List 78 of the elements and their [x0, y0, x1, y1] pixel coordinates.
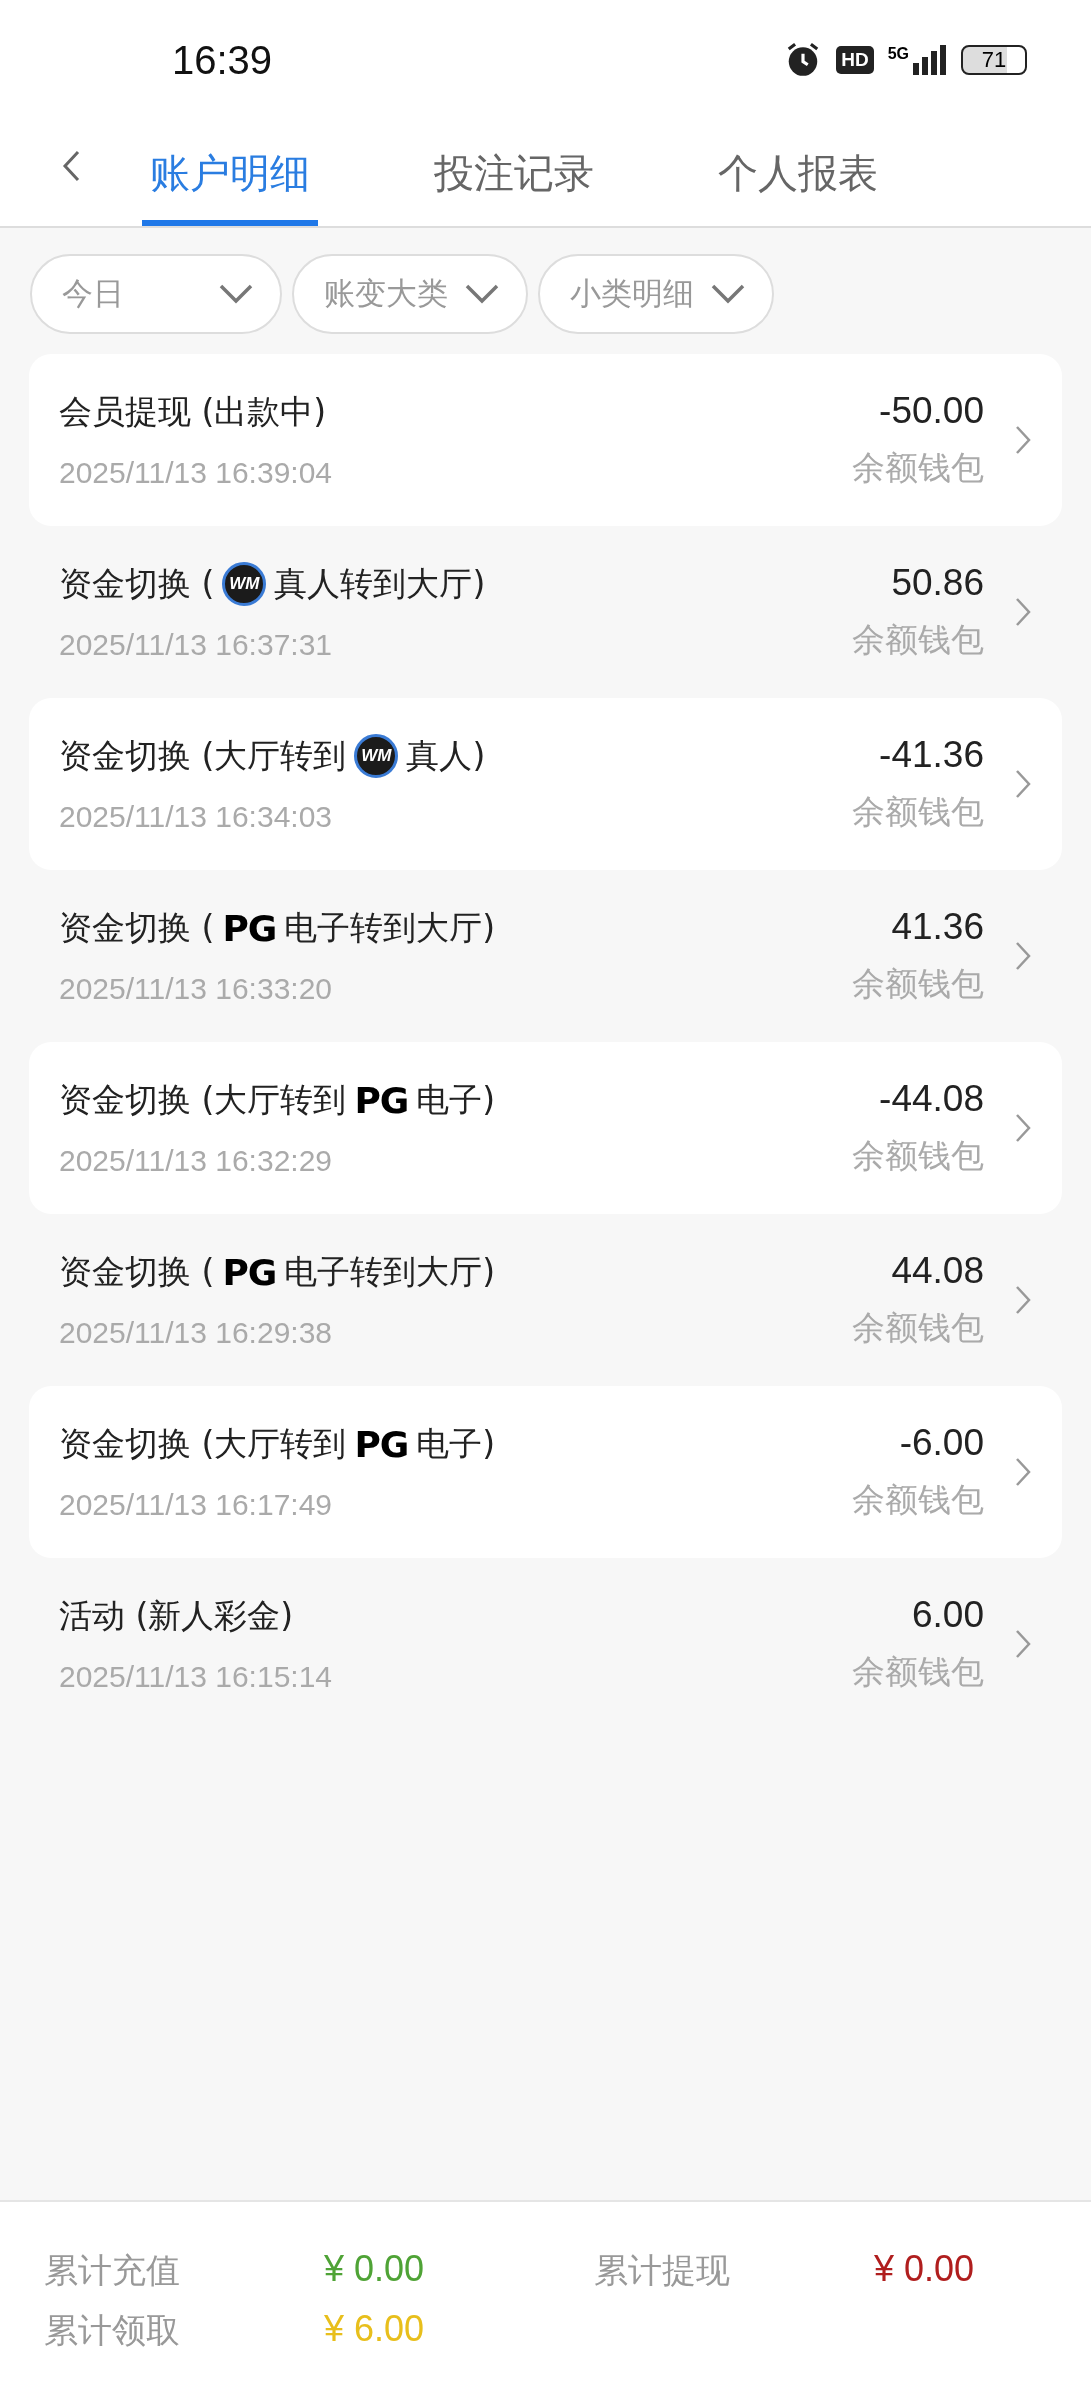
wallet-label: 余额钱包: [852, 790, 984, 833]
record-amount: -6.00: [899, 1421, 984, 1464]
hd-badge: HD: [836, 46, 874, 74]
wm-logo: WM: [354, 734, 399, 778]
back-icon[interactable]: [60, 148, 82, 184]
record-title: 资金切换 (: [59, 906, 215, 949]
summary-value: ¥ 0.00: [874, 2248, 975, 2291]
record-title: 会员提现 (出款中): [59, 390, 327, 433]
record-row[interactable]: 会员提现 (出款中) 2025/11/13 16:39:04 -50.00 余额钱包: [29, 354, 1062, 526]
record-time: 2025/11/13 16:34:03: [59, 800, 334, 834]
record-title: 活动 (新人彩金): [59, 1594, 294, 1637]
tab[interactable]: 个人报表: [710, 120, 886, 226]
wallet-label: 余额钱包: [852, 1650, 984, 1693]
record-amount: 44.08: [891, 1249, 984, 1292]
chevron-down-icon: [218, 283, 254, 305]
record-amount: 6.00: [912, 1593, 984, 1636]
network-label: 5G: [887, 45, 909, 63]
record-title: 电子): [416, 1422, 496, 1465]
record-amount: 50.86: [891, 561, 984, 604]
record-title: 资金切换 (: [59, 562, 215, 605]
summary-value: ¥ 0.00: [324, 2248, 425, 2291]
record-title: 资金切换 (大厅转到: [59, 734, 347, 777]
record-title: 电子转到大厅): [284, 906, 496, 949]
summary-label: 累计领取: [44, 2309, 181, 2352]
summary-label: 累计充值: [44, 2249, 181, 2292]
chevron-right-icon: [1014, 596, 1032, 628]
record-amount: -44.08: [879, 1077, 984, 1120]
record-title: 电子转到大厅): [284, 1250, 496, 1293]
wallet-label: 余额钱包: [852, 1478, 984, 1521]
pg-logo: PG: [354, 1079, 409, 1121]
record-row[interactable]: 资金切换 (大厅转到 PG 电子) 2025/11/13 16:17:49 -6.00 余额钱包: [29, 1386, 1062, 1558]
chevron-right-icon: [1014, 1284, 1032, 1316]
record-time: 2025/11/13 16:29:38: [59, 1316, 334, 1350]
record-row[interactable]: 资金切换 (大厅转到 WM 真人) 2025/11/13 16:34:03 -41.36 余额钱包: [29, 698, 1062, 870]
record-row[interactable]: 资金切换 ( WM 真人转到大厅) 2025/11/13 16:37:31 50.86 余额钱包: [29, 526, 1062, 698]
record-amount: -50.00: [879, 389, 984, 432]
record-row[interactable]: 资金切换 (大厅转到 PG 电子) 2025/11/13 16:32:29 -44.08 余额钱包: [29, 1042, 1062, 1214]
record-title: 电子): [416, 1078, 496, 1121]
wallet-label: 余额钱包: [852, 618, 984, 661]
chevron-right-icon: [1014, 1456, 1032, 1488]
record-time: 2025/11/13 16:17:49: [59, 1488, 334, 1522]
chevron-right-icon: [1014, 1628, 1032, 1660]
status-time: 16:39: [172, 37, 273, 83]
summary-value: ¥ 6.00: [324, 2308, 425, 2351]
tab[interactable]: 投注记录: [426, 120, 602, 226]
record-time: 2025/11/13 16:15:14: [59, 1660, 334, 1694]
chevron-down-icon: [710, 283, 746, 305]
chevron-down-icon: [464, 283, 500, 305]
pg-logo: PG: [222, 907, 277, 949]
wm-logo: WM: [222, 562, 267, 606]
battery-indicator: 71: [961, 45, 1027, 75]
record-title: 资金切换 (: [59, 1250, 215, 1293]
wallet-label: 余额钱包: [852, 962, 984, 1005]
chevron-right-icon: [1014, 940, 1032, 972]
wallet-label: 余额钱包: [852, 1306, 984, 1349]
wallet-label: 余额钱包: [852, 1134, 984, 1177]
record-row[interactable]: 活动 (新人彩金) 2025/11/13 16:15:14 6.00 余额钱包: [29, 1558, 1062, 1730]
record-time: 2025/11/13 16:33:20: [59, 972, 334, 1006]
record-title: 真人): [406, 734, 486, 777]
summary-label: 累计提现: [594, 2249, 731, 2292]
pg-logo: PG: [354, 1423, 409, 1465]
record-amount: -41.36: [879, 733, 984, 776]
wallet-label: 余额钱包: [852, 446, 984, 489]
record-title: 真人转到大厅): [274, 562, 486, 605]
chevron-right-icon: [1014, 768, 1032, 800]
record-time: 2025/11/13 16:39:04: [59, 456, 334, 490]
record-title: 资金切换 (大厅转到: [59, 1078, 347, 1121]
record-row[interactable]: 资金切换 ( PG 电子转到大厅) 2025/11/13 16:29:38 44.08 余额钱包: [29, 1214, 1062, 1386]
pg-logo: PG: [222, 1251, 277, 1293]
record-row[interactable]: 资金切换 ( PG 电子转到大厅) 2025/11/13 16:33:20 41.36 余额钱包: [29, 870, 1062, 1042]
record-time: 2025/11/13 16:32:29: [59, 1144, 334, 1178]
record-time: 2025/11/13 16:37:31: [59, 628, 334, 662]
record-amount: 41.36: [891, 905, 984, 948]
chevron-right-icon: [1014, 1112, 1032, 1144]
tab[interactable]: 账户明细: [142, 120, 318, 226]
record-title: 资金切换 (大厅转到: [59, 1422, 347, 1465]
chevron-right-icon: [1014, 424, 1032, 456]
signal-icon: [911, 45, 947, 75]
